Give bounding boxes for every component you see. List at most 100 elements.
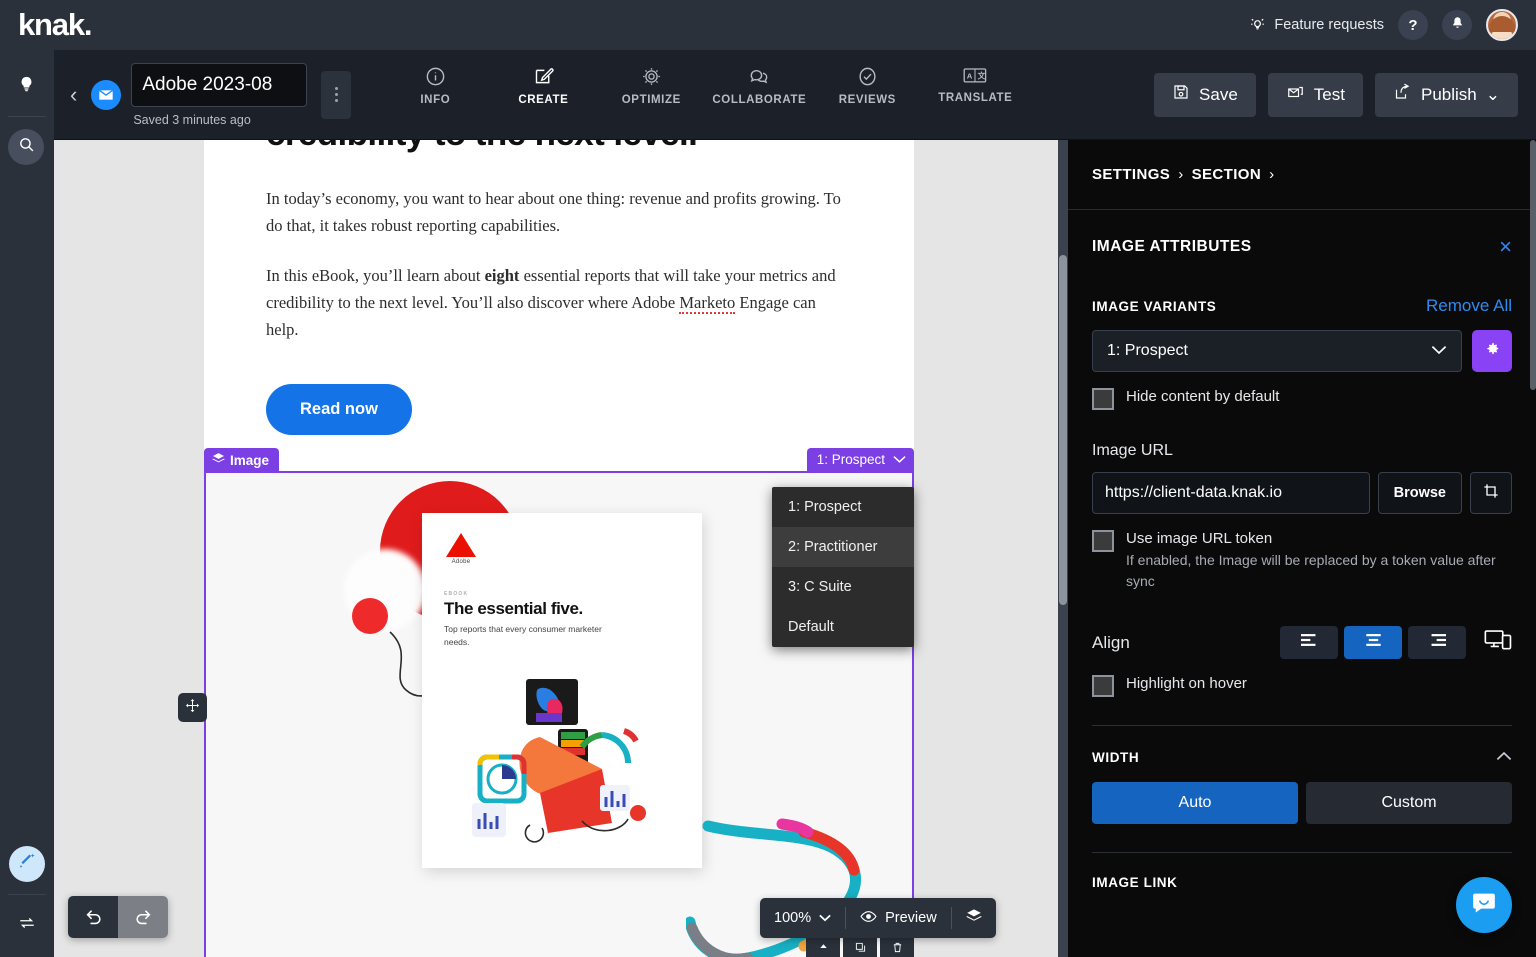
breadcrumb-sep-2: › xyxy=(1269,166,1274,183)
sidebar-item-sync[interactable] xyxy=(9,907,45,943)
test-button[interactable]: Test xyxy=(1268,73,1363,117)
width-label: WIDTH xyxy=(1092,750,1139,765)
variant-option-1[interactable]: 1: Prospect xyxy=(772,487,914,527)
kebab-dot-1 xyxy=(335,87,338,90)
crop-icon xyxy=(1483,483,1499,503)
settings-panel: SETTINGS › SECTION › IMAGE ATTRIBUTES × … xyxy=(1068,140,1536,957)
email-paragraph-1[interactable]: In today’s economy, you want to hear abo… xyxy=(266,186,852,239)
panel-divider-1 xyxy=(1092,725,1512,726)
tab-create-label: CREATE xyxy=(518,94,568,106)
module-type-badge[interactable]: Image xyxy=(204,448,279,473)
tab-create[interactable]: CREATE xyxy=(489,66,597,140)
align-label: Align xyxy=(1092,633,1130,653)
tab-collaborate-label: COLLABORATE xyxy=(712,94,806,106)
close-icon[interactable]: × xyxy=(1499,236,1512,258)
publish-button[interactable]: Publish ⌄ xyxy=(1375,73,1518,117)
panel-divider-2 xyxy=(1092,852,1512,853)
layers-button[interactable] xyxy=(952,898,996,938)
feature-requests-button[interactable]: Feature requests xyxy=(1249,15,1384,36)
variant-option-3[interactable]: 3: C Suite xyxy=(772,567,914,607)
intercom-launcher[interactable] xyxy=(1456,877,1512,933)
panel-scrollbar[interactable] xyxy=(1530,140,1536,957)
variant-option-2[interactable]: 2: Practitioner xyxy=(772,527,914,567)
duplicate-button[interactable] xyxy=(843,938,877,957)
crop-button[interactable] xyxy=(1470,472,1512,514)
variant-select[interactable]: 1: Prospect xyxy=(1092,330,1462,372)
rail-divider xyxy=(8,116,46,117)
module-action-buttons xyxy=(806,938,914,957)
tab-reviews-label: REVIEWS xyxy=(839,94,896,106)
highlight-hover-checkbox-row[interactable]: Highlight on hover xyxy=(1092,675,1512,697)
width-auto-button[interactable]: Auto xyxy=(1092,782,1298,824)
magic-wand-icon xyxy=(18,852,37,876)
align-right-button[interactable] xyxy=(1408,626,1466,659)
help-button[interactable]: ? xyxy=(1398,10,1428,40)
tab-collaborate[interactable]: COLLABORATE xyxy=(705,66,813,140)
variant-dropdown-menu[interactable]: 1: Prospect 2: Practitioner 3: C Suite D… xyxy=(772,487,914,647)
variant-select-row: 1: Prospect xyxy=(1092,330,1512,372)
canvas-scrollbar[interactable] xyxy=(1058,140,1068,957)
preview-button[interactable]: Preview xyxy=(846,898,951,938)
adobe-wordmark: Adobe xyxy=(444,559,478,565)
tab-reviews[interactable]: REVIEWS xyxy=(813,66,921,140)
image-attributes-header: IMAGE ATTRIBUTES × xyxy=(1092,210,1512,258)
remove-all-button[interactable]: Remove All xyxy=(1426,296,1512,316)
email-headline[interactable]: credibility to the next level. xyxy=(266,140,852,154)
variant-selector-pill[interactable]: 1: Prospect xyxy=(807,448,914,472)
desktop-mobile-icon[interactable] xyxy=(1484,629,1512,656)
chevron-up-icon[interactable] xyxy=(1496,748,1512,766)
zoom-level-selector[interactable]: 100% xyxy=(760,898,845,938)
knak-logo[interactable]: knak. xyxy=(18,7,91,43)
image-module[interactable]: Image 1: Prospect 1: Prospect 2: Practit… xyxy=(204,471,914,957)
avatar[interactable] xyxy=(1486,9,1518,41)
more-options-button[interactable] xyxy=(321,71,351,119)
breadcrumb-section[interactable]: SECTION xyxy=(1192,166,1261,183)
hide-content-checkbox[interactable] xyxy=(1092,388,1114,410)
feature-requests-label: Feature requests xyxy=(1274,17,1384,33)
tab-optimize[interactable]: OPTIMIZE xyxy=(597,66,705,140)
cover-eyebrow: EBOOK xyxy=(444,591,468,597)
move-up-button[interactable] xyxy=(806,938,840,957)
email-name-input[interactable] xyxy=(131,63,307,107)
translate-icon: A 文 xyxy=(963,66,987,85)
save-button[interactable]: Save xyxy=(1154,73,1256,117)
sidebar-item-search[interactable] xyxy=(8,129,44,165)
use-token-help-text: If enabled, the Image will be replaced b… xyxy=(1126,550,1512,592)
test-envelope-icon xyxy=(1286,83,1305,106)
use-token-text-group: Use image URL token If enabled, the Imag… xyxy=(1126,530,1512,592)
left-rail xyxy=(0,50,54,957)
width-accordion-header[interactable]: WIDTH xyxy=(1092,748,1512,766)
undo-button[interactable] xyxy=(68,896,118,938)
module-drag-handle[interactable] xyxy=(178,693,207,722)
highlight-on-hover-label: Highlight on hover xyxy=(1126,675,1247,692)
back-button[interactable]: ‹ xyxy=(70,84,77,106)
variant-option-4[interactable]: Default xyxy=(772,607,914,647)
panel-scrollbar-thumb[interactable] xyxy=(1530,140,1536,390)
use-token-checkbox-row[interactable]: Use image URL token If enabled, the Imag… xyxy=(1092,530,1512,592)
svg-text:文: 文 xyxy=(978,70,986,80)
tab-info[interactable]: INFO xyxy=(381,66,489,140)
email-canvas[interactable]: credibility to the next level. In today’… xyxy=(54,140,1068,957)
highlight-on-hover-checkbox[interactable] xyxy=(1092,675,1114,697)
align-left-button[interactable] xyxy=(1280,626,1338,659)
breadcrumb-settings[interactable]: SETTINGS xyxy=(1092,166,1170,183)
canvas-scrollbar-thumb[interactable] xyxy=(1059,255,1067,605)
gear-refresh-icon xyxy=(641,66,662,87)
delete-button[interactable] xyxy=(880,938,914,957)
use-image-url-token-checkbox[interactable] xyxy=(1092,530,1114,552)
tab-translate[interactable]: A 文 TRANSLATE xyxy=(921,66,1029,140)
email-paragraph-2[interactable]: In this eBook, you’ll learn about eight … xyxy=(266,263,852,343)
notifications-button[interactable] xyxy=(1442,10,1472,40)
width-custom-button[interactable]: Custom xyxy=(1306,782,1512,824)
align-center-button[interactable] xyxy=(1344,626,1402,659)
hide-content-checkbox-row[interactable]: Hide content by default xyxy=(1092,388,1512,410)
redo-button[interactable] xyxy=(118,896,168,938)
variant-settings-button[interactable] xyxy=(1472,330,1512,372)
read-now-cta[interactable]: Read now xyxy=(266,384,412,435)
browse-button[interactable]: Browse xyxy=(1378,472,1462,514)
gear-icon xyxy=(1485,341,1500,361)
image-url-input[interactable] xyxy=(1092,472,1370,514)
global-topbar: knak. Feature requests ? xyxy=(0,0,1536,50)
sidebar-item-magic[interactable] xyxy=(9,846,45,882)
sidebar-item-ideas[interactable] xyxy=(8,68,44,104)
